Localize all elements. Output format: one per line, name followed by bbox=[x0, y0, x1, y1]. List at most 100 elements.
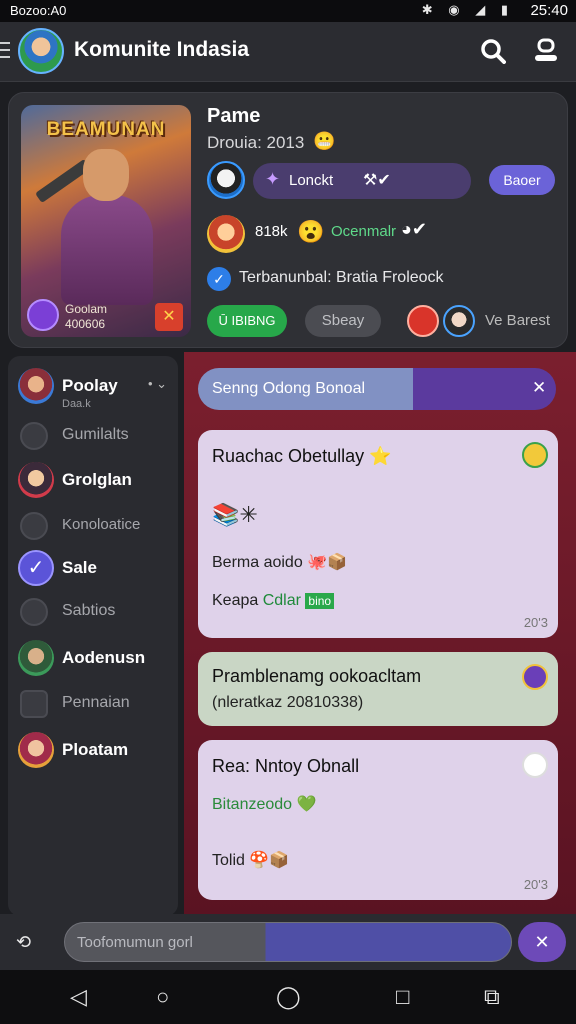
check-shield-icon: ✓ bbox=[18, 550, 54, 586]
sidebar-item-ploatam[interactable]: Ploatam bbox=[8, 730, 178, 770]
avatar bbox=[18, 462, 54, 498]
sidebar-item-sale[interactable]: ✓ Sale bbox=[8, 548, 178, 588]
profile-icon[interactable] bbox=[533, 38, 559, 64]
carrier-label: Bozoo:A0 bbox=[10, 3, 67, 18]
share-button[interactable]: Sbeay bbox=[305, 305, 381, 337]
tag-pill[interactable]: ✦ Lonckt ⚒✔ bbox=[253, 163, 471, 199]
page-title: Komunite Indasia bbox=[74, 38, 250, 61]
avatar bbox=[18, 732, 54, 768]
check-icon: ✓ bbox=[207, 267, 231, 291]
sidebar-item-aodenusn[interactable]: Aodenusn bbox=[8, 638, 178, 678]
close-button[interactable]: ✕ bbox=[518, 922, 566, 962]
message-title: Pramblenamg ookoacltam bbox=[212, 666, 422, 686]
attach-icon[interactable]: ⟲ bbox=[16, 932, 31, 953]
recents-icon[interactable]: □ bbox=[396, 984, 409, 1010]
gem-icon: ✦ bbox=[265, 169, 281, 189]
settings-icon bbox=[522, 752, 548, 778]
sidebar-item-label: Sabtios bbox=[62, 602, 116, 619]
friend-label: Ve Barest bbox=[485, 312, 551, 329]
avatar bbox=[18, 640, 54, 676]
sidebar-item-label: Ploatam bbox=[62, 740, 129, 759]
flag-icon: ✕ bbox=[155, 303, 183, 331]
sidebar-item-label: Poolay bbox=[62, 376, 118, 395]
game-badge-icon bbox=[27, 299, 59, 331]
message-line: Bitanzeodo 💚 bbox=[212, 796, 317, 813]
sidebar: Poolay Daa.k • ⌄ Gumilalts Grolglan Kono… bbox=[8, 356, 178, 916]
message-line: Berma aoido 🐙📦 bbox=[212, 554, 348, 571]
status-icons: ✱ ◉ ◢ ▮ bbox=[421, 2, 514, 17]
message-title: Ruachac Obetullay ⭐ bbox=[212, 446, 392, 466]
message-bubble[interactable]: Rea: Nntoy Obnall Bitanzeodo 💚 Tolid 🍄📦 … bbox=[198, 740, 558, 900]
sidebar-item-konoloatice[interactable]: Konoloatice bbox=[8, 506, 178, 546]
message-line: (nleratkaz 20810338) bbox=[212, 694, 364, 711]
avatar[interactable] bbox=[207, 161, 245, 199]
calendar-icon bbox=[20, 422, 48, 450]
message-time: 20'3 bbox=[523, 615, 548, 630]
follow-button[interactable]: Ū IBIBNG bbox=[207, 305, 287, 337]
composer-bar: ⟲ Toofomumun gorl ✕ bbox=[0, 914, 576, 970]
message-line: Tolid 🍄📦 bbox=[212, 852, 290, 869]
system-nav-bar: ◁ ○ ◯ □ ⧉ bbox=[0, 970, 576, 1024]
sidebar-item-label: Konoloatice bbox=[62, 516, 141, 533]
avatar[interactable] bbox=[207, 215, 245, 253]
back-icon[interactable]: ◁ bbox=[70, 984, 87, 1010]
link-icons: ◕✔ bbox=[401, 219, 427, 239]
avatar[interactable] bbox=[18, 28, 64, 74]
hero-head bbox=[83, 149, 129, 201]
sidebar-item-label: Grolglan bbox=[62, 470, 132, 489]
cover-title: BEAMUNAN bbox=[46, 119, 166, 140]
assistant-icon[interactable]: ○ bbox=[156, 984, 169, 1010]
profile-name: Pame bbox=[207, 105, 261, 127]
sidebar-item-poolay[interactable]: Poolay Daa.k • ⌄ bbox=[8, 366, 178, 410]
badge-icon bbox=[522, 442, 548, 468]
message-time: 20'3 bbox=[523, 877, 548, 892]
sidebar-item-sublabel: Daa.k bbox=[62, 398, 91, 410]
message-input[interactable]: Toofomumun gorl bbox=[64, 922, 512, 962]
search-icon[interactable] bbox=[480, 38, 506, 64]
message-line: Keapa Cdlar bino bbox=[212, 592, 335, 610]
verified-text: Terbanunbal: Bratia Froleock bbox=[239, 269, 444, 286]
input-placeholder: Toofomumun gorl bbox=[77, 934, 193, 951]
surprised-emoji-icon: 😮 bbox=[297, 219, 325, 244]
message-bubble[interactable]: Pramblenamg ookoacltam (nleratkaz 208103… bbox=[198, 652, 558, 726]
tag-label: Lonckt bbox=[289, 172, 334, 189]
window-switch-icon[interactable]: ⧉ bbox=[484, 984, 500, 1010]
grimace-emoji-icon: 😬 bbox=[313, 131, 336, 151]
avatar[interactable] bbox=[443, 305, 475, 337]
cover-caption: Goolam bbox=[65, 302, 108, 316]
sidebar-item-label: Aodenusn bbox=[62, 648, 146, 667]
tag-icons: ⚒✔ bbox=[363, 172, 391, 189]
tools-icon bbox=[20, 598, 48, 626]
home-icon[interactable]: ◯ bbox=[276, 984, 301, 1010]
sidebar-item-gumilalts[interactable]: Gumilalts bbox=[8, 416, 178, 456]
game-cover-image[interactable]: BEAMUNAN Goolam 400606 ✕ bbox=[21, 105, 191, 337]
sidebar-item-label: Gumilalts bbox=[62, 426, 129, 443]
close-icon[interactable]: ✕ bbox=[532, 378, 546, 398]
sidebar-item-label: Pennaian bbox=[62, 694, 130, 711]
diamond-icon bbox=[20, 512, 48, 540]
sidebar-item-pennaian[interactable]: Pennaian bbox=[8, 684, 178, 724]
menu-icon[interactable] bbox=[0, 42, 10, 63]
sidebar-item-label: Sale bbox=[62, 558, 97, 577]
sidebar-item-sabtios[interactable]: Sabtios bbox=[8, 592, 178, 632]
cover-caption-number: 400606 bbox=[65, 317, 106, 331]
notification-banner[interactable]: Senng Odong Bonoal ✕ bbox=[198, 368, 556, 410]
status-bar: Bozoo:A0 ✱ ◉ ◢ ▮ 25:40 bbox=[0, 0, 576, 22]
message-bubble[interactable]: Ruachac Obetullay ⭐ 📚✳ Berma aoido 🐙📦 Ke… bbox=[198, 430, 558, 638]
banner-text: Senng Odong Bonoal bbox=[212, 380, 366, 397]
profile-subtitle: Drouia: 2013 bbox=[207, 133, 305, 152]
sidebar-item-grolglan[interactable]: Grolglan bbox=[8, 460, 178, 500]
clock: 25:40 bbox=[530, 2, 568, 19]
document-icon bbox=[20, 690, 48, 718]
chat-panel: Senng Odong Bonoal ✕ Ruachac Obetullay ⭐… bbox=[184, 352, 576, 918]
profile-link[interactable]: Ocenmalr bbox=[331, 223, 396, 240]
hero-body bbox=[61, 195, 153, 305]
avatar bbox=[18, 368, 54, 404]
message-title: Rea: Nntoy Obnall bbox=[212, 756, 360, 776]
profile-card: BEAMUNAN Goolam 400606 ✕ Pame Drouia: 20… bbox=[8, 92, 568, 348]
chevron-down-icon[interactable]: • ⌄ bbox=[148, 376, 167, 392]
badge-icon bbox=[522, 664, 548, 690]
report-flag-icon[interactable] bbox=[407, 305, 439, 337]
message-emoji: 📚✳ bbox=[212, 502, 258, 527]
action-button[interactable]: Baoer bbox=[489, 165, 555, 195]
